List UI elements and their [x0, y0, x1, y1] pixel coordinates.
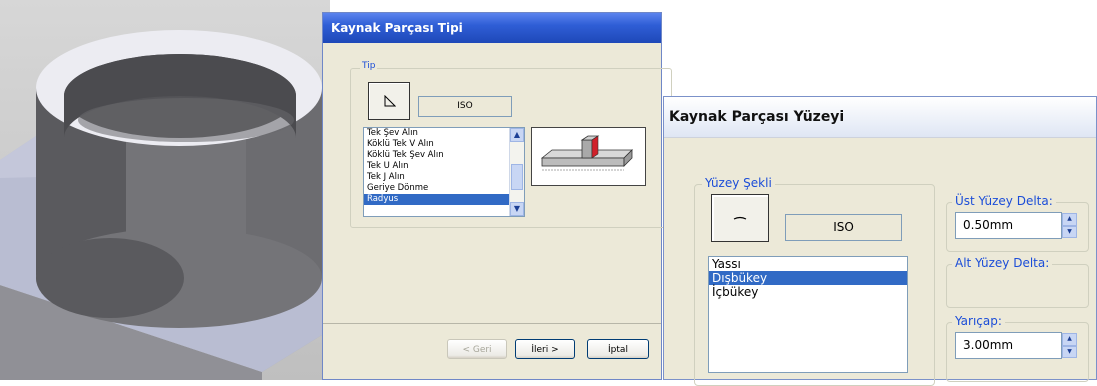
next-button[interactable]: İleri > — [515, 339, 575, 359]
list-item[interactable]: Tek U Alın — [364, 161, 524, 172]
chevron-down-icon[interactable]: ▼ — [1062, 345, 1077, 358]
chevron-up-icon[interactable]: ▲ — [1062, 213, 1077, 226]
scrollbar[interactable]: ▲ ▼ — [509, 128, 524, 216]
list-item-selected[interactable]: Radyus — [364, 194, 524, 205]
standard-field: ISO — [785, 214, 902, 241]
bottom-delta-groupbox — [946, 264, 1089, 308]
fillet-weld-icon — [384, 95, 396, 107]
list-item[interactable]: Yassı — [709, 257, 907, 271]
list-item[interactable]: Köklü Tek V Alın — [364, 139, 524, 150]
list-item[interactable]: Köklü Tek Şev Alın — [364, 150, 524, 161]
dialog-title: Kaynak Parçası Yüzeyi — [664, 97, 1096, 138]
weld-surface-dialog: Kaynak Parçası Yüzeyi Yüzey Şekli ISO Ya… — [663, 96, 1097, 386]
standard-field: ISO — [418, 96, 512, 117]
weld-type-dialog: Kaynak Parçası Tipi Tip ISO Tek Şev Alın… — [322, 12, 672, 380]
scroll-thumb[interactable] — [511, 164, 523, 190]
top-delta-stepper[interactable]: ▲ ▼ — [1062, 213, 1077, 238]
radius-input[interactable]: 3.00mm — [955, 332, 1062, 359]
surface-shape-label: Yüzey Şekli — [702, 176, 775, 190]
radius-label: Yarıçap: — [952, 314, 1005, 328]
weld-preview-image — [531, 127, 646, 186]
surface-shape-button[interactable] — [711, 194, 769, 242]
list-item-selected[interactable]: Dışbükey — [709, 271, 907, 285]
top-delta-input[interactable]: 0.50mm — [955, 212, 1062, 239]
weld-joint-illustration — [540, 135, 633, 171]
divider — [323, 323, 661, 324]
type-group-label: Tip — [360, 61, 378, 71]
weld-type-button[interactable] — [368, 82, 410, 120]
cylinder-on-plate-model — [0, 30, 330, 380]
list-item[interactable]: İçbükey — [709, 285, 907, 299]
top-delta-label: Üst Yüzey Delta: — [952, 194, 1056, 208]
chevron-up-icon[interactable]: ▲ — [1062, 333, 1077, 346]
list-item[interactable]: Geriye Dönme — [364, 183, 524, 194]
scroll-up-icon[interactable]: ▲ — [510, 128, 524, 142]
chevron-down-icon[interactable]: ▼ — [1062, 225, 1077, 238]
flat-surface-icon — [733, 216, 747, 220]
back-button[interactable]: < Geri — [447, 339, 507, 359]
bottom-delta-label: Alt Yüzey Delta: — [952, 256, 1053, 270]
list-item[interactable]: Tek J Alın — [364, 172, 524, 183]
weld-type-list[interactable]: Tek Şev Alın Köklü Tek V Alın Köklü Tek … — [363, 127, 525, 217]
dialog-title: Kaynak Parçası Tipi — [323, 13, 661, 43]
surface-shape-list[interactable]: Yassı Dışbükey İçbükey — [708, 256, 908, 373]
scroll-down-icon[interactable]: ▼ — [510, 202, 524, 216]
cancel-button[interactable]: İptal — [587, 339, 649, 359]
radius-stepper[interactable]: ▲ ▼ — [1062, 333, 1077, 358]
list-item[interactable]: Tek Şev Alın — [364, 128, 524, 139]
model-viewport[interactable] — [0, 0, 330, 380]
